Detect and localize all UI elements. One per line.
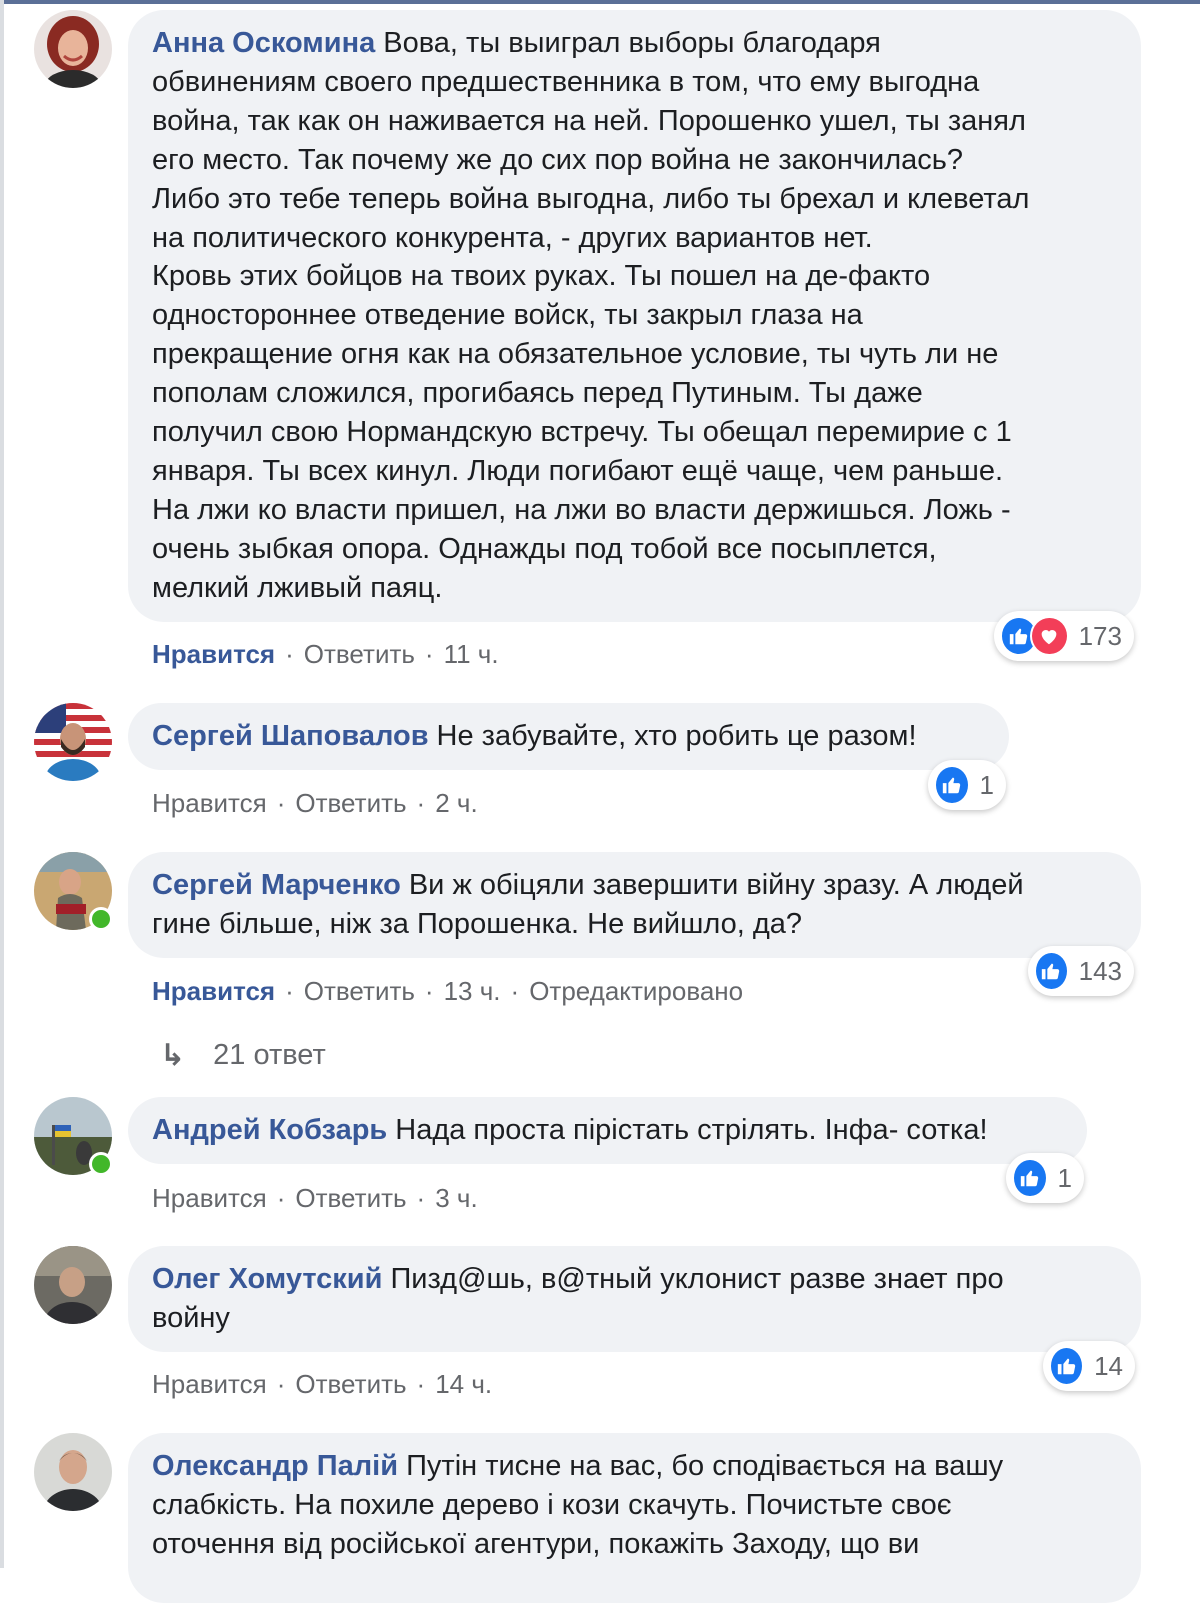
reaction-summary[interactable]: 14 <box>1043 1341 1135 1391</box>
timestamp[interactable]: 3 ч. <box>435 1183 477 1213</box>
view-replies-link[interactable]: ↳ 21 ответ <box>160 1038 326 1073</box>
comment-author[interactable]: Олександр Палій <box>152 1450 398 1482</box>
separator: · <box>416 1369 426 1399</box>
comment-actions: Нравится · Ответить · 3 ч. <box>152 1183 478 1214</box>
like-icon <box>1049 1346 1085 1386</box>
comment-bubble: Олександр Палій Путін тисне на вас, бо сп… <box>128 1433 1141 1603</box>
timestamp[interactable]: 14 ч. <box>435 1369 492 1399</box>
reply-button[interactable]: Ответить <box>295 1369 406 1399</box>
separator: · <box>416 788 426 818</box>
separator: · <box>276 1183 286 1213</box>
comment-actions: Нравится · Ответить · 14 ч. <box>152 1369 492 1400</box>
reaction-summary[interactable]: 173 <box>994 611 1134 661</box>
comment-bubble: Олег Хомутский Пизд@шь, в@тный уклонист р… <box>128 1246 1141 1352</box>
avatar[interactable] <box>34 10 112 88</box>
love-icon <box>1030 616 1069 656</box>
separator: · <box>285 976 294 1006</box>
like-button[interactable]: Нравится <box>152 976 275 1006</box>
separator: · <box>424 639 434 669</box>
edited-label[interactable]: Отредактировано <box>529 976 743 1006</box>
separator: · <box>276 1369 286 1399</box>
separator: · <box>510 976 520 1006</box>
replies-count[interactable]: 21 ответ <box>213 1039 326 1072</box>
separator: · <box>416 1183 426 1213</box>
comment-actions: Нравится · Ответить · 11 ч. <box>152 639 499 670</box>
like-button[interactable]: Нравится <box>152 1369 267 1399</box>
avatar-woman-image <box>34 10 112 88</box>
like-icon <box>934 765 970 805</box>
reaction-count: 1 <box>979 769 994 800</box>
avatar[interactable] <box>34 703 112 781</box>
like-button[interactable]: Нравится <box>152 1183 267 1213</box>
reaction-summary[interactable]: 143 <box>1028 946 1134 996</box>
comment-text: Не забувайте, хто робить це разом! <box>436 720 917 752</box>
online-status-indicator <box>89 907 113 931</box>
comment-text: Нада проста пірістать стрілять. Інфа- со… <box>395 1114 988 1146</box>
reaction-summary[interactable]: 1 <box>928 760 1006 810</box>
comment-bubble: Анна Оскомина Вова, ты выиграл выборы бла… <box>128 10 1141 622</box>
comment-actions: Нравится · Ответить · 2 ч. <box>152 788 478 819</box>
top-border <box>0 0 1200 4</box>
comment-author[interactable]: Сергей Шаповалов <box>152 720 429 752</box>
like-button[interactable]: Нравится <box>152 788 267 818</box>
comment-author[interactable]: Андрей Кобзарь <box>152 1114 387 1146</box>
comment-bubble: Сергей Шаповалов Не забувайте, хто робить… <box>128 703 1009 770</box>
reply-button[interactable]: Ответить <box>295 1183 406 1213</box>
like-button[interactable]: Нравится <box>152 639 275 669</box>
avatar-man-portrait-image <box>34 1433 112 1511</box>
reaction-count: 173 <box>1078 620 1122 651</box>
timestamp[interactable]: 2 ч. <box>435 788 477 818</box>
timestamp[interactable]: 11 ч. <box>444 639 499 669</box>
reply-button[interactable]: Ответить <box>304 976 415 1006</box>
avatar[interactable] <box>34 1246 112 1324</box>
reaction-summary[interactable]: 1 <box>1006 1153 1084 1203</box>
reaction-count: 14 <box>1094 1350 1123 1381</box>
reaction-count: 1 <box>1057 1162 1072 1193</box>
comment-author[interactable]: Сергей Марченко <box>152 869 401 901</box>
reply-arrow-icon: ↳ <box>160 1039 186 1072</box>
comment-actions: Нравится · Ответить · 13 ч. · Отредактировано <box>152 976 743 1007</box>
left-border <box>0 0 4 1568</box>
comment-bubble: Андрей Кобзарь Нада проста пірістать стрі… <box>128 1097 1087 1164</box>
reply-button[interactable]: Ответить <box>304 639 415 669</box>
avatar[interactable] <box>34 1433 112 1511</box>
separator: · <box>424 976 434 1006</box>
avatar-man-flag-image <box>34 703 112 781</box>
online-status-indicator <box>89 1152 113 1176</box>
comment-author[interactable]: Анна Оскомина <box>152 27 375 59</box>
like-icon <box>1012 1158 1048 1198</box>
comment-bubble: Сергей Марченко Ви ж обіцяли завершити ві… <box>128 852 1141 958</box>
timestamp[interactable]: 13 ч. <box>444 976 501 1006</box>
reaction-count: 143 <box>1078 955 1122 986</box>
separator: · <box>276 788 286 818</box>
like-icon <box>1034 951 1069 991</box>
separator: · <box>285 639 294 669</box>
avatar-man-indoor-image <box>34 1246 112 1324</box>
reply-button[interactable]: Ответить <box>295 788 406 818</box>
comment-author[interactable]: Олег Хомутский <box>152 1263 382 1295</box>
comment-text: Вова, ты выиграл выборы благодаря обвине… <box>152 27 1030 604</box>
